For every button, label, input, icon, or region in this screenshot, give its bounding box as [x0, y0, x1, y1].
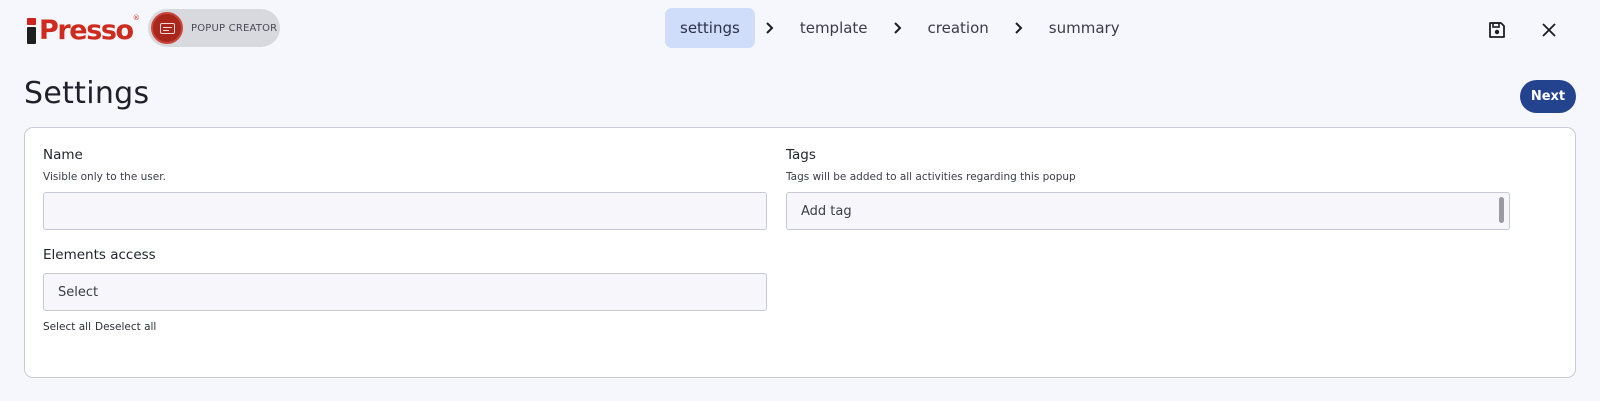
- logo-i-mark: [26, 18, 37, 44]
- module-label: POPUP CREATOR: [191, 22, 278, 34]
- floppy-disk-icon[interactable]: [1486, 19, 1508, 41]
- wizard-steps: settings template creation summary: [665, 8, 1135, 48]
- step-summary[interactable]: summary: [1034, 8, 1135, 48]
- tags-input[interactable]: Add tag: [786, 192, 1510, 230]
- tags-scrollbar[interactable]: [1499, 197, 1504, 223]
- logo-registered-mark: ®: [132, 14, 140, 22]
- top-actions: [1486, 19, 1560, 41]
- tags-label: Tags: [786, 147, 816, 163]
- name-input[interactable]: [43, 192, 767, 230]
- tags-input-placeholder: Add tag: [801, 203, 852, 219]
- step-creation[interactable]: creation: [913, 8, 1004, 48]
- top-bar: Presso ® POPUP CREATOR settings template…: [0, 0, 1600, 56]
- step-template[interactable]: template: [785, 8, 883, 48]
- settings-card: Name Visible only to the user. Tags Tags…: [24, 127, 1576, 378]
- deselect-all-link[interactable]: Deselect all: [95, 321, 156, 333]
- elements-access-select[interactable]: Select: [43, 273, 767, 311]
- chevron-right-icon: [883, 8, 913, 48]
- chevron-right-icon: [755, 8, 785, 48]
- chevron-right-icon: [1004, 8, 1034, 48]
- logo-text: Presso: [39, 15, 134, 46]
- select-all-link[interactable]: Select all: [43, 321, 91, 333]
- ipresso-logo[interactable]: Presso ®: [26, 8, 140, 44]
- name-help-text: Visible only to the user.: [43, 171, 166, 183]
- popup-window-icon: [151, 12, 183, 44]
- step-settings[interactable]: settings: [665, 8, 755, 48]
- next-button[interactable]: Next: [1520, 80, 1576, 113]
- elements-access-label: Elements access: [43, 247, 156, 263]
- elements-access-selected-value: Select: [58, 284, 99, 300]
- page-title: Settings: [24, 76, 150, 111]
- tags-help-text: Tags will be added to all activities reg…: [786, 171, 1076, 183]
- close-icon[interactable]: [1538, 19, 1560, 41]
- name-label: Name: [43, 147, 83, 163]
- module-badge[interactable]: POPUP CREATOR: [148, 9, 280, 47]
